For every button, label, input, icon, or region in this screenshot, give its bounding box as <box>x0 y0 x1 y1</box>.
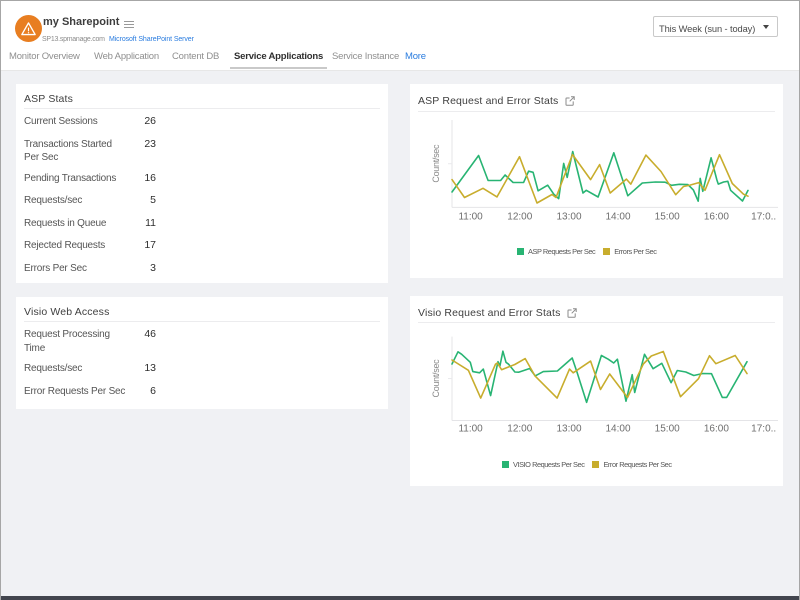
stat-row: Current Sessions26 <box>24 115 380 135</box>
stat-row: Request ProcessingTime46 <box>24 328 380 348</box>
dropdown-caret-icon <box>763 25 769 29</box>
card-title: ASP Request and Error Stats <box>418 95 558 107</box>
stat-value: 46 <box>79 327 156 341</box>
x-tick-label: 11:00 <box>458 212 483 223</box>
monitor-tabbar: Monitor Overview Web Application Content D… <box>1 47 799 71</box>
chart-legend: VISIO Requests Per Sec Error Requests Per… <box>410 460 783 469</box>
legend-item[interactable]: ASP Requests Per Sec <box>517 247 595 256</box>
external-link-icon[interactable] <box>567 308 577 318</box>
x-tick-label: 12:00 <box>507 424 532 435</box>
stat-row: Errors Per Sec3 <box>24 262 380 282</box>
legend-label: Errors Per Sec <box>614 247 656 256</box>
stat-row: Requests/sec5 <box>24 194 380 214</box>
x-tick-label: 12:00 <box>507 212 532 223</box>
stat-value: 11 <box>79 216 156 230</box>
series-line <box>452 351 747 402</box>
card-title: Visio Request and Error Stats <box>418 307 560 319</box>
app-window: my Sharepoint SP13.spmanage.com Microsof… <box>0 0 800 600</box>
tab-more[interactable]: More <box>405 51 426 62</box>
x-tick-label: 17:0.. <box>751 424 776 435</box>
legend-label: VISIO Requests Per Sec <box>513 460 584 469</box>
legend-item[interactable]: Error Requests Per Sec <box>592 460 671 469</box>
series-line <box>452 152 748 202</box>
stat-row: Transactions StartedPer Sec23 <box>24 138 380 158</box>
y-axis-label: Count/sec <box>431 359 441 398</box>
asp-stats-card: ASP Stats Current Sessions26 Transactions… <box>16 84 388 283</box>
stat-value: 23 <box>79 137 156 151</box>
stat-row: Pending Transactions16 <box>24 172 380 192</box>
card-title: ASP Stats <box>24 93 73 105</box>
legend-swatch <box>517 248 524 255</box>
visio-request-error-chart-card: Visio Request and Error Stats Count/sec 1… <box>410 296 783 486</box>
footer-bar <box>1 596 799 600</box>
stat-row: Requests/sec13 <box>24 362 380 382</box>
stat-value: 5 <box>79 193 156 207</box>
stat-value: 26 <box>79 114 156 128</box>
tab-web-application[interactable]: Web Application <box>94 51 159 62</box>
time-period-value: This Week (sun - today) <box>659 24 755 34</box>
monitor-title: my Sharepoint <box>43 16 119 29</box>
hamburger-menu-icon[interactable] <box>124 21 134 29</box>
x-tick-label: 14:00 <box>605 212 630 223</box>
monitor-header: my Sharepoint SP13.spmanage.com Microsof… <box>1 1 799 47</box>
stat-row: Requests in Queue11 <box>24 217 380 237</box>
x-tick-label: 15:00 <box>655 212 680 223</box>
legend-label: ASP Requests Per Sec <box>528 247 595 256</box>
x-tick-label: 16:00 <box>704 212 729 223</box>
series-line <box>452 155 748 204</box>
external-link-icon[interactable] <box>565 96 575 106</box>
tab-content-db[interactable]: Content DB <box>172 51 219 62</box>
tab-service-applications[interactable]: Service Applications <box>234 51 323 62</box>
x-tick-label: 15:00 <box>655 424 680 435</box>
legend-label: Error Requests Per Sec <box>603 460 671 469</box>
x-tick-label: 16:00 <box>704 424 729 435</box>
asp-request-error-chart-card: ASP Request and Error Stats Count/sec 11:… <box>410 84 783 278</box>
series-line <box>452 352 747 399</box>
stat-value: 17 <box>79 238 156 252</box>
legend-item[interactable]: VISIO Requests Per Sec <box>502 460 584 469</box>
stat-row: Error Requests Per Sec6 <box>24 385 380 405</box>
x-tick-label: 17:0.. <box>751 212 776 223</box>
time-period-dropdown[interactable]: This Week (sun - today) <box>653 16 778 37</box>
visio-web-access-card: Visio Web Access Request ProcessingTime4… <box>16 297 388 409</box>
x-tick-label: 13:00 <box>556 424 581 435</box>
monitor-type-link[interactable]: Microsoft SharePoint Server <box>109 35 194 44</box>
monitor-host: SP13.spmanage.com <box>42 35 105 44</box>
x-tick-label: 13:00 <box>556 212 581 223</box>
legend-swatch <box>592 461 599 468</box>
tab-monitor-overview[interactable]: Monitor Overview <box>9 51 80 62</box>
status-attention-icon <box>15 15 42 42</box>
stat-value: 16 <box>79 171 156 185</box>
dashboard-content: ASP Stats Current Sessions26 Transactions… <box>1 71 799 597</box>
chart-legend: ASP Requests Per Sec Errors Per Sec <box>410 247 783 256</box>
tab-service-instance[interactable]: Service Instance <box>332 51 399 62</box>
card-title: Visio Web Access <box>24 306 109 318</box>
x-tick-label: 14:00 <box>605 424 630 435</box>
stat-value: 3 <box>79 261 156 275</box>
legend-swatch <box>502 461 509 468</box>
y-axis-label: Count/sec <box>431 144 441 183</box>
legend-item[interactable]: Errors Per Sec <box>603 247 656 256</box>
stat-value: 13 <box>79 361 156 375</box>
card-header-divider <box>24 321 380 322</box>
stat-value: 6 <box>79 384 156 398</box>
x-tick-label: 11:00 <box>458 424 483 435</box>
legend-swatch <box>603 248 610 255</box>
stat-row: Rejected Requests17 <box>24 239 380 259</box>
card-header-divider <box>24 108 380 109</box>
